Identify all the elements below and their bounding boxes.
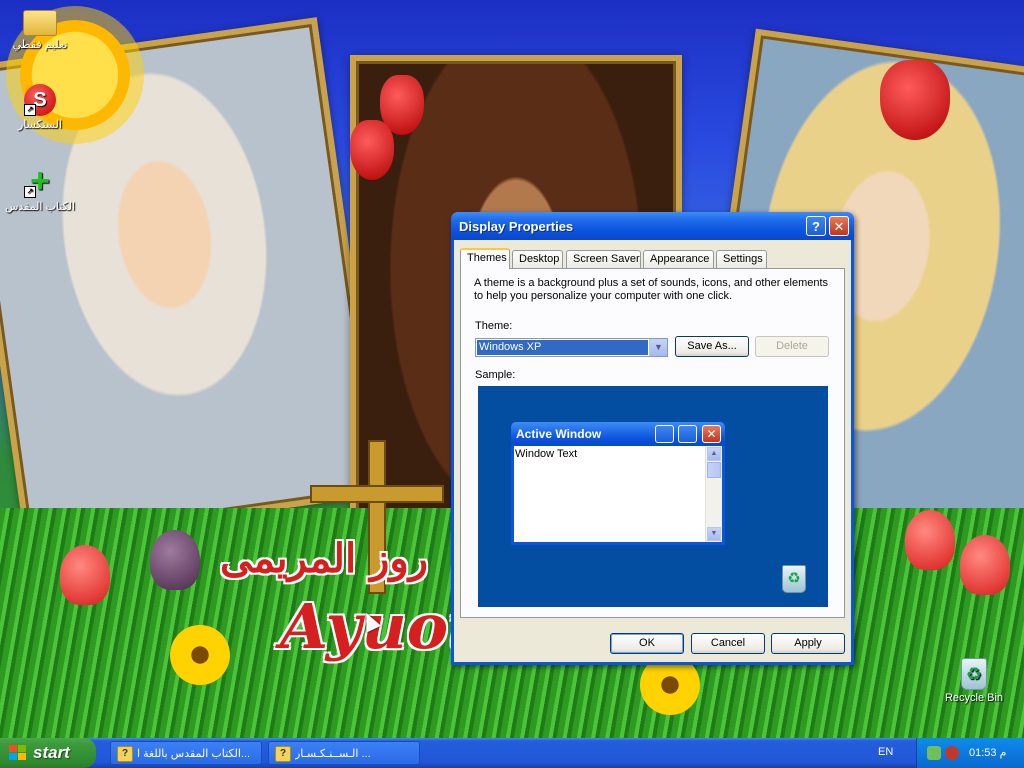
apply-button[interactable]: Apply: [771, 633, 845, 654]
wallpaper-heart: [880, 60, 950, 140]
theme-dropdown-value: Windows XP: [477, 340, 648, 355]
recycle-bin-icon: ♻: [961, 658, 987, 690]
sample-label: Sample:: [475, 369, 516, 381]
bible-app-icon: + ↗: [24, 164, 56, 198]
synaxarium-app-icon: S ↗: [24, 84, 56, 116]
desktop-icon-label: Recycle Bin: [944, 692, 1004, 704]
theme-dropdown[interactable]: Windows XP ▼: [475, 338, 668, 357]
desktop-icon-label: الكتاب المقدس: [4, 201, 76, 213]
desktop-icon-label: تعليم فقطي: [12, 39, 68, 51]
clock[interactable]: 01:53 م: [969, 746, 1006, 759]
dialog-titlebar[interactable]: Display Properties ? ✕: [451, 212, 854, 240]
theme-sample-preview: Active Window ✕ Window Text ▲ ▼ ♻: [478, 386, 828, 607]
delete-button[interactable]: Delete: [755, 336, 829, 357]
shortcut-arrow-icon: ↗: [24, 186, 36, 198]
chevron-down-icon[interactable]: ▼: [649, 339, 667, 356]
save-as-button[interactable]: Save As...: [675, 336, 749, 357]
wallpaper-arabic-text: روز المريمى: [220, 535, 428, 582]
wallpaper-strawberry: [350, 120, 394, 180]
ok-button[interactable]: OK: [610, 633, 684, 654]
scroll-thumb: [707, 462, 721, 478]
theme-label: Theme:: [475, 320, 513, 332]
cancel-button[interactable]: Cancel: [691, 633, 765, 654]
close-icon: ✕: [702, 425, 721, 443]
windows-logo-icon: [9, 745, 27, 761]
taskbar-button-bible[interactable]: ? الكتاب المقدس باللغة ا...: [110, 741, 262, 765]
start-button[interactable]: start: [0, 738, 96, 768]
wallpaper-tulip: [60, 545, 110, 605]
taskbar-button-label: الـســنـكـسـار ...: [295, 748, 371, 760]
tab-appearance[interactable]: Appearance: [643, 250, 714, 268]
tab-settings[interactable]: Settings: [716, 250, 767, 268]
desktop-icon-folder[interactable]: تعليم فقطي: [0, 4, 80, 51]
desktop-icon-bible[interactable]: + ↗ الكتاب المقدس: [0, 164, 80, 213]
close-button[interactable]: ✕: [829, 216, 849, 236]
language-indicator[interactable]: EN: [878, 746, 893, 758]
tab-desktop[interactable]: Desktop: [512, 250, 563, 268]
system-tray: 01:53 م: [916, 738, 1024, 768]
sample-active-window: Active Window ✕ Window Text ▲ ▼: [511, 422, 725, 545]
network-icon[interactable]: [927, 746, 941, 760]
wallpaper-daisy: [170, 625, 230, 685]
folder-icon: [23, 10, 57, 36]
help-button[interactable]: ?: [806, 216, 826, 236]
help-book-icon: ?: [275, 746, 291, 762]
tab-themes[interactable]: Themes: [460, 248, 510, 269]
sample-window-title: Active Window: [516, 427, 602, 441]
sample-window-body: Window Text ▲ ▼: [514, 446, 722, 542]
themes-description: A theme is a background plus a set of so…: [474, 277, 829, 302]
start-label: start: [33, 743, 70, 762]
desktop-icon-recycle-bin[interactable]: ♻ Recycle Bin: [934, 658, 1014, 704]
dialog-title: Display Properties: [459, 219, 574, 234]
scroll-up-icon: ▲: [707, 447, 721, 461]
sample-recycle-bin-icon: ♻: [782, 565, 806, 593]
help-book-icon: ?: [117, 746, 133, 762]
sample-window-text: Window Text: [515, 448, 578, 460]
sample-scrollbar: ▲ ▼: [705, 446, 722, 542]
scroll-down-icon: ▼: [707, 527, 721, 541]
wallpaper-tulip: [150, 530, 200, 590]
taskbar: start ? الكتاب المقدس باللغة ا... ? الـس…: [0, 738, 1024, 768]
display-properties-dialog[interactable]: Display Properties ? ✕ Themes Desktop Sc…: [451, 212, 854, 665]
minimize-icon: [655, 425, 674, 443]
wallpaper-tulip: [905, 510, 955, 570]
security-shield-icon[interactable]: [945, 746, 959, 760]
shortcut-arrow-icon: ↗: [24, 104, 36, 116]
desktop-icon-synaxarium[interactable]: S ↗ السنكسار: [0, 84, 80, 131]
wallpaper-tulip: [960, 535, 1010, 595]
desktop-icon-label: السنكسار: [17, 119, 63, 131]
taskbar-button-label: الكتاب المقدس باللغة ا...: [137, 748, 251, 760]
dialog-body: Themes Desktop Screen Saver Appearance S…: [454, 240, 851, 662]
maximize-icon: [678, 425, 697, 443]
taskbar-button-synaxarium[interactable]: ? الـســنـكـسـار ...: [268, 741, 420, 765]
tab-screen-saver[interactable]: Screen Saver: [566, 250, 641, 268]
sample-window-titlebar: Active Window ✕: [511, 422, 725, 446]
